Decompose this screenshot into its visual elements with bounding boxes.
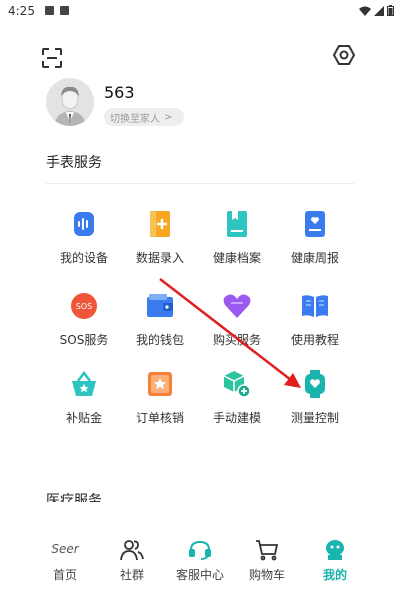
scan-icon[interactable] xyxy=(38,44,66,72)
tab-label: 首页 xyxy=(52,568,77,582)
switch-family-button[interactable]: 切换至家人 > xyxy=(104,108,184,126)
order-icon xyxy=(145,369,175,399)
status-time: 4:25 xyxy=(8,4,35,18)
svg-text:SOS: SOS xyxy=(76,302,92,311)
tab-label: 社群 xyxy=(119,568,144,582)
avatar[interactable] xyxy=(46,78,94,126)
grid-item-weekly-report[interactable]: 健康周报 xyxy=(275,209,355,279)
signal-icon xyxy=(374,5,384,16)
wallet-icon xyxy=(145,291,175,321)
grid-item-wallet[interactable]: 我的钱包 xyxy=(120,291,200,361)
book-icon xyxy=(300,291,330,321)
community-icon xyxy=(120,538,144,562)
mine-robot-icon xyxy=(323,538,347,562)
tab-home[interactable]: Seer 首页 xyxy=(30,538,100,588)
grid-label: 补贴金 xyxy=(65,411,102,425)
heart-icon xyxy=(222,291,252,321)
grid-label: 订单核销 xyxy=(135,411,184,425)
battery-icon xyxy=(387,5,394,16)
grid-label: 我的钱包 xyxy=(135,333,184,347)
grid-label: 测量控制 xyxy=(290,411,339,425)
data-entry-icon xyxy=(145,209,175,239)
grid-item-manual-modeling[interactable]: 手动建模 xyxy=(197,369,277,439)
grid-label: 数据录入 xyxy=(135,251,184,265)
grid-label: 使用教程 xyxy=(290,333,339,347)
grid-label: 购买服务 xyxy=(212,333,261,347)
grid-item-tutorial[interactable]: 使用教程 xyxy=(275,291,355,361)
bottom-tab-bar: Seer 首页 社群 客服中心 购物车 我的 xyxy=(0,530,400,600)
tab-community[interactable]: 社群 xyxy=(97,538,167,588)
section-title-medical-services: 医疗服务 xyxy=(46,493,102,502)
grid-label: 手动建模 xyxy=(212,411,261,425)
measure-watch-icon xyxy=(300,369,330,399)
health-record-icon xyxy=(222,209,252,239)
chevron-right-icon: > xyxy=(164,111,173,123)
grid-item-my-device[interactable]: 我的设备 xyxy=(44,209,124,279)
user-name: 563 xyxy=(104,83,135,102)
tab-customer-service[interactable]: 客服中心 xyxy=(165,538,235,588)
grid-item-data-entry[interactable]: 数据录入 xyxy=(120,209,200,279)
sos-icon: SOS xyxy=(69,291,99,321)
modeling-icon xyxy=(222,369,252,399)
grid-item-health-record[interactable]: 健康档案 xyxy=(197,209,277,279)
notification-icon xyxy=(60,6,69,15)
status-icons xyxy=(359,5,394,16)
grid-item-order-verify[interactable]: 订单核销 xyxy=(120,369,200,439)
switch-family-label: 切换至家人 xyxy=(110,113,160,125)
section-title-watch-services: 手表服务 xyxy=(46,155,102,171)
divider xyxy=(46,183,354,184)
grid-label: SOS服务 xyxy=(59,333,109,347)
basket-icon xyxy=(69,369,99,399)
grid-item-buy-service[interactable]: 购买服务 xyxy=(197,291,277,361)
grid-item-subsidy[interactable]: 补贴金 xyxy=(44,369,124,439)
tab-mine[interactable]: 我的 xyxy=(300,538,370,588)
grid-label: 健康档案 xyxy=(212,251,261,265)
grid-item-sos[interactable]: SOS SOS服务 xyxy=(44,291,124,361)
watch-device-icon xyxy=(69,209,99,239)
seer-logo-icon: Seer xyxy=(51,542,79,556)
tab-label: 我的 xyxy=(322,568,347,582)
tab-label: 客服中心 xyxy=(175,568,224,582)
headset-icon xyxy=(188,538,212,562)
status-bar: 4:25 xyxy=(0,0,400,22)
tab-cart[interactable]: 购物车 xyxy=(232,538,302,588)
grid-item-measure-control[interactable]: 测量控制 xyxy=(275,369,355,439)
wifi-icon xyxy=(359,6,371,16)
notification-icon xyxy=(45,6,54,15)
weekly-report-icon xyxy=(300,209,330,239)
grid-label: 我的设备 xyxy=(59,251,108,265)
cart-icon xyxy=(255,538,279,562)
grid-label: 健康周报 xyxy=(290,251,339,265)
settings-icon[interactable] xyxy=(330,41,358,69)
tab-label: 购物车 xyxy=(248,568,285,582)
